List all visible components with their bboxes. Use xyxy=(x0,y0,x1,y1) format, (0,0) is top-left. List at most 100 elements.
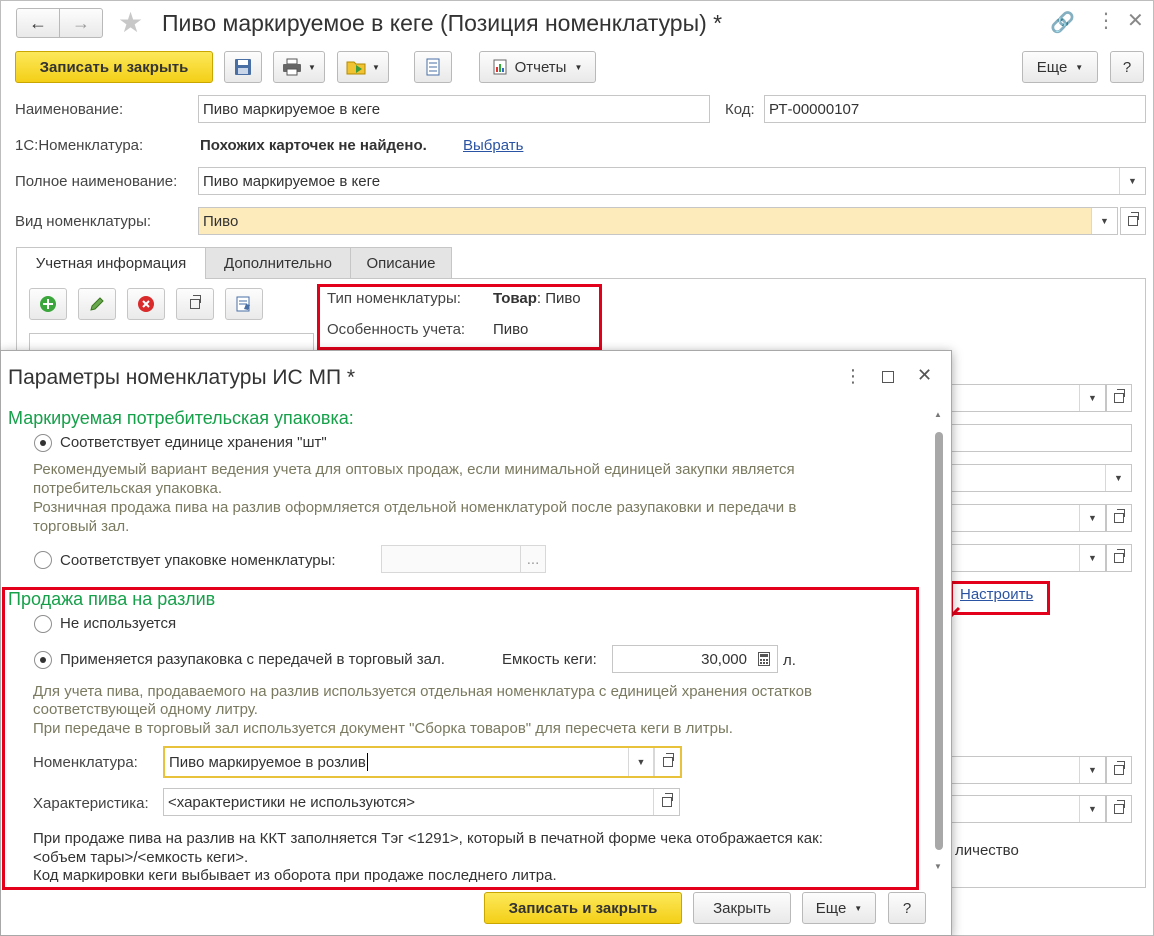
opt2-radio[interactable] xyxy=(34,551,52,569)
chevron-down-icon: ▼ xyxy=(308,62,316,72)
dialog-close-button[interactable]: Закрыть xyxy=(693,892,791,924)
char-input[interactable]: <характеристики не используются> xyxy=(163,788,680,816)
fullname-input[interactable]: Пиво маркируемое в кеге ▼ xyxy=(198,167,1146,195)
opt3-radio[interactable] xyxy=(34,615,52,633)
kind-value: Пиво xyxy=(203,212,239,230)
nom1c-label: 1С:Номенклатура: xyxy=(15,137,144,154)
code-input[interactable]: РТ-00000107 xyxy=(764,95,1146,123)
copy-button[interactable] xyxy=(176,288,214,320)
open-icon xyxy=(1114,800,1125,814)
bg-field-5[interactable]: ▼ xyxy=(948,544,1106,572)
chevron-down-icon[interactable]: ▼ xyxy=(1079,505,1105,531)
edit-list-button[interactable] xyxy=(225,288,263,320)
opt2-label[interactable]: Соответствует упаковке номенклатуры: xyxy=(60,551,336,570)
kind-open-button[interactable] xyxy=(1120,207,1146,235)
window-title: Пиво маркируемое в кеге (Позиция номенкл… xyxy=(162,10,723,36)
pencil-icon xyxy=(90,297,104,311)
chevron-down-icon[interactable]: ▼ xyxy=(1105,465,1131,491)
bg-field-1[interactable]: ▼ xyxy=(948,384,1106,412)
dialog-more-icon[interactable]: ⋮ xyxy=(844,366,862,387)
tab-account-info[interactable]: Учетная информация xyxy=(16,247,206,279)
chevron-down-icon[interactable]: ▼ xyxy=(1091,208,1117,234)
folder-arrow-icon xyxy=(346,61,366,75)
link-icon[interactable]: 🔗 xyxy=(1050,10,1075,35)
bg-field-4[interactable]: ▼ xyxy=(948,504,1106,532)
forward-button[interactable]: → xyxy=(59,8,103,38)
keg-capacity-input[interactable]: 30,000 xyxy=(612,645,778,673)
bg-field-2[interactable] xyxy=(948,424,1132,452)
more-button[interactable]: Еще ▼ xyxy=(1022,51,1098,83)
create-based-button[interactable]: ▼ xyxy=(337,51,389,83)
print-button[interactable]: ▼ xyxy=(273,51,325,83)
char-open-button[interactable] xyxy=(653,789,679,815)
open-icon xyxy=(662,753,674,767)
dialog-more-button[interactable]: Еще ▼ xyxy=(802,892,876,924)
bg-open-6[interactable] xyxy=(1106,756,1132,784)
dialog-close-icon[interactable]: ✕ xyxy=(917,365,932,386)
nom-label: Номенклатура: xyxy=(33,754,138,771)
nom-input[interactable]: Пиво маркируемое в розлив ▼ xyxy=(163,746,682,778)
reports-button[interactable]: Отчеты ▼ xyxy=(479,51,596,83)
bg-open-5[interactable] xyxy=(1106,544,1132,572)
bg-open-7[interactable] xyxy=(1106,795,1132,823)
copy-icon xyxy=(190,295,201,309)
open-icon xyxy=(1114,389,1125,403)
kind-label: Вид номенклатуры: xyxy=(15,213,152,230)
tab-additional[interactable]: Дополнительно xyxy=(205,247,351,279)
kind-input[interactable]: Пиво ▼ xyxy=(198,207,1118,235)
opt2-input xyxy=(381,545,521,573)
scroll-down-icon[interactable]: ▼ xyxy=(934,862,942,871)
calculator-icon[interactable] xyxy=(751,646,777,672)
feature-value: Пиво xyxy=(493,321,529,338)
section1-title: Маркируемая потребительская упаковка: xyxy=(8,408,354,428)
help-button[interactable]: ? xyxy=(1110,51,1144,83)
keg-unit: л. xyxy=(783,652,796,669)
chevron-down-icon[interactable]: ▼ xyxy=(1079,545,1105,571)
favorite-star-icon[interactable]: ★ xyxy=(118,6,143,39)
opt3-label[interactable]: Не используется xyxy=(60,614,176,633)
bg-field-3[interactable]: ▼ xyxy=(948,464,1132,492)
edit-button[interactable] xyxy=(78,288,116,320)
add-button[interactable] xyxy=(29,288,67,320)
chevron-down-icon[interactable]: ▼ xyxy=(628,748,654,776)
chevron-down-icon[interactable]: ▼ xyxy=(1119,168,1145,194)
chevron-down-icon[interactable]: ▼ xyxy=(1079,757,1105,783)
bg-field-6[interactable]: ▼ xyxy=(948,756,1106,784)
char-value: <характеристики не используются> xyxy=(168,793,416,811)
back-button[interactable]: ← xyxy=(16,8,60,38)
floppy-icon xyxy=(235,59,251,75)
opt2-select-button[interactable]: ... xyxy=(520,545,546,573)
nom1c-select-link[interactable]: Выбрать xyxy=(463,137,523,154)
name-input[interactable]: Пиво маркируемое в кеге xyxy=(198,95,710,123)
nom-value: Пиво маркируемое в розлив xyxy=(169,753,366,771)
tab-description[interactable]: Описание xyxy=(350,247,452,279)
close-icon[interactable]: ✕ xyxy=(1127,8,1144,33)
nom-open-button[interactable] xyxy=(654,748,680,776)
arrow-left-icon: ← xyxy=(29,12,47,33)
scrollbar-thumb[interactable] xyxy=(935,432,943,850)
bg-open-4[interactable] xyxy=(1106,504,1132,532)
report-icon xyxy=(493,59,507,75)
more-dots-icon[interactable]: ⋮ xyxy=(1096,8,1116,33)
save-close-button[interactable]: Записать и закрыть xyxy=(15,51,213,83)
edit-list-icon xyxy=(236,296,250,312)
opt4-label[interactable]: Применяется разупаковка с передачей в то… xyxy=(60,650,445,669)
opt1-radio[interactable] xyxy=(34,434,52,452)
fullname-label: Полное наименование: xyxy=(15,173,178,190)
list-icon xyxy=(426,58,440,76)
delete-button[interactable] xyxy=(127,288,165,320)
opt1-hint-4: торговый зал. xyxy=(33,518,130,535)
bg-open-1[interactable] xyxy=(1106,384,1132,412)
chevron-down-icon[interactable]: ▼ xyxy=(1079,796,1105,822)
maximize-icon[interactable] xyxy=(882,371,894,383)
configure-link[interactable]: Настроить xyxy=(960,586,1033,603)
bg-field-7[interactable]: ▼ xyxy=(948,795,1106,823)
scroll-up-icon[interactable]: ▲ xyxy=(934,410,942,419)
opt1-label[interactable]: Соответствует единице хранения "шт" xyxy=(60,433,327,452)
dialog-save-close-button[interactable]: Записать и закрыть xyxy=(484,892,682,924)
save-button[interactable] xyxy=(224,51,262,83)
chevron-down-icon[interactable]: ▼ xyxy=(1079,385,1105,411)
dialog-help-button[interactable]: ? xyxy=(888,892,926,924)
opt4-radio[interactable] xyxy=(34,651,52,669)
list-button[interactable] xyxy=(414,51,452,83)
